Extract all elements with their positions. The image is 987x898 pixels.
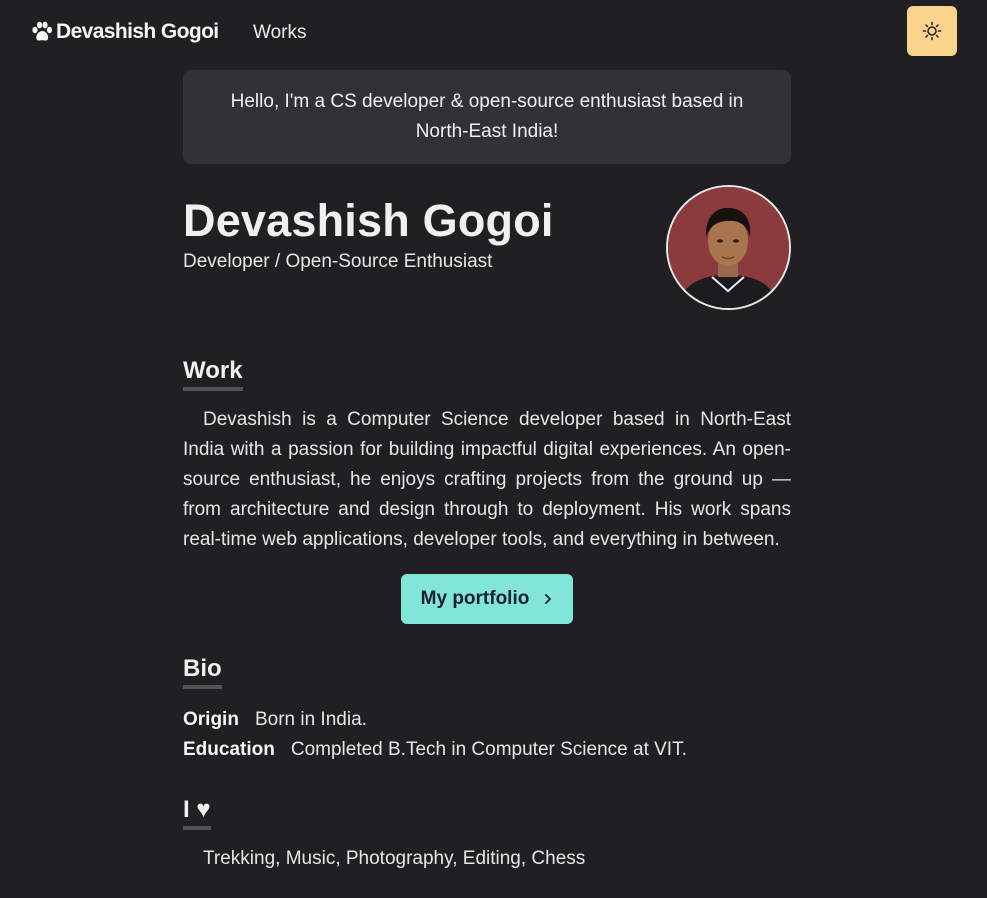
bio-label: Education — [183, 739, 275, 760]
greeting-banner: Hello, I'm a CS developer & open-source … — [183, 70, 791, 164]
hero: Devashish Gogoi Developer / Open-Source … — [183, 185, 791, 351]
logo[interactable]: Devashish Gogoi — [30, 20, 219, 44]
sun-icon — [922, 21, 942, 41]
section-title-bio: Bio — [183, 655, 222, 689]
navbar: Devashish Gogoi Works — [0, 0, 987, 66]
bio-text: Born in India. — [254, 709, 367, 730]
bio-item-origin: Origin Born in India. — [183, 705, 791, 735]
hobbies-text: Trekking, Music, Photography, Editing, C… — [203, 848, 586, 869]
work-paragraph: Devashish is a Computer Science develope… — [183, 409, 791, 550]
chevron-right-icon — [545, 594, 552, 604]
section-title-work: Work — [183, 357, 243, 391]
paw-icon — [32, 21, 53, 41]
avatar — [666, 185, 791, 310]
theme-toggle-button[interactable] — [907, 6, 957, 56]
logo-text: Devashish Gogoi — [56, 20, 219, 43]
my-portfolio-label: My portfolio — [420, 588, 530, 609]
bio-text: Completed B.Tech in Computer Science at … — [290, 739, 687, 760]
bio-list: Origin Born in India. Education Completed … — [183, 705, 791, 765]
bio-label: Origin — [183, 709, 239, 730]
my-portfolio-button[interactable]: My portfolio — [400, 574, 574, 624]
nav-link-works[interactable]: Works — [253, 22, 306, 44]
section-title-love: I ♥ — [183, 796, 211, 830]
main-content: Hello, I'm a CS developer & open-source … — [183, 70, 791, 870]
bio-item-education: Education Completed B.Tech in Computer Sc… — [183, 735, 791, 765]
